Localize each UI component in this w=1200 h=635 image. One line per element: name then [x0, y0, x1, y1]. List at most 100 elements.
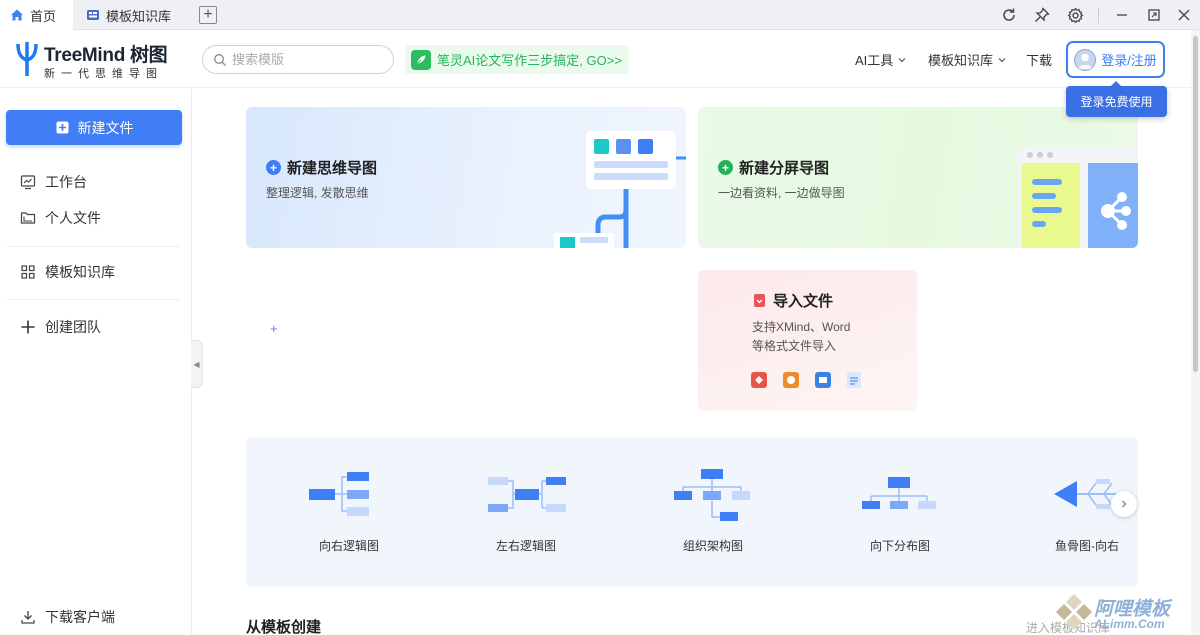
template-right-logic[interactable]: 向右逻辑图: [284, 437, 414, 587]
chevron-right-icon: [1122, 500, 1127, 508]
workspace-icon: [20, 175, 36, 190]
add-tab-button[interactable]: +: [199, 6, 217, 24]
watermark-logo-icon: [1056, 594, 1092, 630]
sidebar-divider: [6, 299, 180, 300]
nav-download-label: 下载: [1026, 53, 1053, 68]
nav-template-lib-label: 模板知识库: [928, 53, 994, 68]
gear-icon[interactable]: [1064, 4, 1086, 26]
mindmap-illustration: [554, 131, 686, 248]
minimize-icon[interactable]: [1111, 4, 1133, 26]
left-right-logic-diagram-icon: [488, 477, 566, 512]
refresh-icon[interactable]: [998, 4, 1020, 26]
avatar-icon: [1074, 48, 1097, 71]
ai-promo-banner[interactable]: 笔灵AI论文写作三步搞定, GO>>: [405, 45, 629, 74]
template-label: 左右逻辑图: [495, 539, 556, 553]
download-client-label: 下载客户端: [45, 609, 115, 625]
template-label: 组织架构图: [682, 539, 743, 553]
app-header: TreeMind 树图 新一代思维导图 笔灵AI论文写作三步搞定, GO>> A…: [0, 30, 1200, 88]
treemind-logo-icon: [16, 42, 38, 76]
import-file-title: 导入文件: [773, 293, 834, 310]
sidebar-item-label: 创建团队: [45, 319, 101, 335]
sidebar: 新建文件 工作台 个人文件 模板知识库 创建团队 下载客户端: [0, 89, 192, 635]
template-icon: [87, 10, 99, 20]
plus-circle-icon: +: [718, 160, 733, 175]
right-logic-diagram-icon: [309, 472, 369, 516]
new-file-icon: [56, 121, 68, 134]
add-marker-icon: +: [270, 321, 278, 336]
import-desc-line2: 等格式文件导入: [752, 339, 837, 353]
home-icon: [11, 9, 23, 21]
nav-ai-tools-label: AI工具: [855, 53, 894, 68]
template-left-right-logic[interactable]: 左右逻辑图: [461, 437, 591, 587]
close-icon[interactable]: [1173, 4, 1195, 26]
folder-icon: [20, 212, 36, 224]
import-file-card[interactable]: 导入文件 支持XMind、Word 等格式文件导入: [698, 270, 917, 411]
template-label: 鱼骨图-向右: [1055, 539, 1119, 553]
login-register-button[interactable]: 登录/注册: [1066, 41, 1165, 78]
pen-leaf-icon: [411, 49, 431, 70]
watermark: 阿哩模板 ALimm.Com: [1046, 592, 1192, 635]
tab-label: 首页: [30, 8, 57, 24]
file-format-icons: [751, 372, 861, 388]
new-split-title: 新建分屏导图: [739, 160, 830, 177]
sidebar-collapse-handle[interactable]: ◀: [191, 340, 203, 388]
sidebar-item-workspace[interactable]: 工作台: [20, 171, 87, 193]
tab-home[interactable]: 首页: [0, 0, 73, 30]
chevron-down-icon: [998, 57, 1006, 62]
sidebar-item-create-team[interactable]: 创建团队: [20, 316, 101, 338]
sidebar-item-label: 模板知识库: [45, 264, 115, 280]
card-subtitle: 一边看资料, 一边做导图: [718, 186, 845, 200]
nav-template-lib[interactable]: 模板知识库: [928, 50, 1007, 69]
search-input[interactable]: [232, 52, 372, 67]
tab-template-lib[interactable]: 模板知识库: [76, 0, 181, 30]
sidebar-item-template-lib[interactable]: 模板知识库: [20, 261, 115, 283]
sidebar-divider: [6, 246, 180, 247]
new-split-screen-card[interactable]: + 新建分屏导图 一边看资料, 一边做导图: [698, 107, 1138, 248]
maximize-icon[interactable]: [1143, 4, 1165, 26]
watermark-url: ALimm.Com: [1094, 617, 1165, 631]
card-title: + 新建思维导图: [266, 157, 377, 178]
toolbar-separator: [1098, 7, 1099, 23]
plus-icon: [21, 320, 35, 334]
card-title: 导入文件: [752, 290, 833, 311]
nav-ai-tools[interactable]: AI工具: [855, 50, 907, 69]
search-box[interactable]: [202, 45, 394, 74]
promo-text: 笔灵AI论文写作三步搞定, GO>>: [437, 53, 622, 68]
plus-circle-icon: +: [266, 160, 281, 175]
new-file-label: 新建文件: [77, 119, 134, 136]
new-mindmap-title: 新建思维导图: [287, 160, 378, 177]
template-label: 向下分布图: [869, 539, 930, 553]
login-label: 登录/注册: [1101, 53, 1157, 68]
org-chart-diagram-icon: [674, 469, 750, 521]
sidebar-item-label: 工作台: [45, 174, 87, 190]
template-shortcuts: 向右逻辑图 左右逻辑图 组织架构图 向下分布图 鱼骨图-向右: [246, 437, 1138, 587]
pin-icon[interactable]: [1031, 4, 1053, 26]
new-mindmap-card[interactable]: + 新建思维导图 整理逻辑, 发散思维: [246, 107, 686, 248]
brand-name: TreeMind 树图: [44, 45, 168, 66]
new-file-button[interactable]: 新建文件: [6, 110, 182, 145]
scrollbar-thumb[interactable]: [1193, 36, 1198, 372]
sidebar-item-label: 个人文件: [45, 210, 101, 226]
tab-label: 模板知识库: [106, 8, 172, 24]
brand-tagline: 新一代思维导图: [44, 68, 163, 80]
grid-icon: [21, 265, 35, 279]
templates-next-button[interactable]: [1111, 491, 1137, 517]
download-icon: [21, 611, 35, 624]
template-label: 向右逻辑图: [318, 539, 379, 553]
card-subtitle: 整理逻辑, 发散思维: [266, 186, 369, 200]
section-from-template: 从模板创建: [246, 619, 322, 635]
search-icon: [214, 53, 226, 66]
import-icon: [754, 294, 765, 307]
chevron-down-icon: [898, 57, 906, 62]
login-tooltip[interactable]: 登录免费使用: [1066, 81, 1167, 117]
card-title: + 新建分屏导图: [718, 157, 829, 178]
down-distribution-diagram-icon: [862, 477, 936, 509]
nav-download[interactable]: 下载: [1026, 50, 1052, 69]
import-desc-line1: 支持XMind、Word: [752, 320, 851, 334]
sidebar-item-personal-files[interactable]: 个人文件: [20, 207, 101, 229]
template-org-chart[interactable]: 组织架构图: [648, 437, 778, 587]
sidebar-download-client[interactable]: 下载客户端: [20, 606, 115, 628]
title-bar: 首页 模板知识库 +: [0, 0, 1200, 30]
template-down-distribution[interactable]: 向下分布图: [835, 437, 965, 587]
split-screen-illustration: [1018, 147, 1138, 248]
